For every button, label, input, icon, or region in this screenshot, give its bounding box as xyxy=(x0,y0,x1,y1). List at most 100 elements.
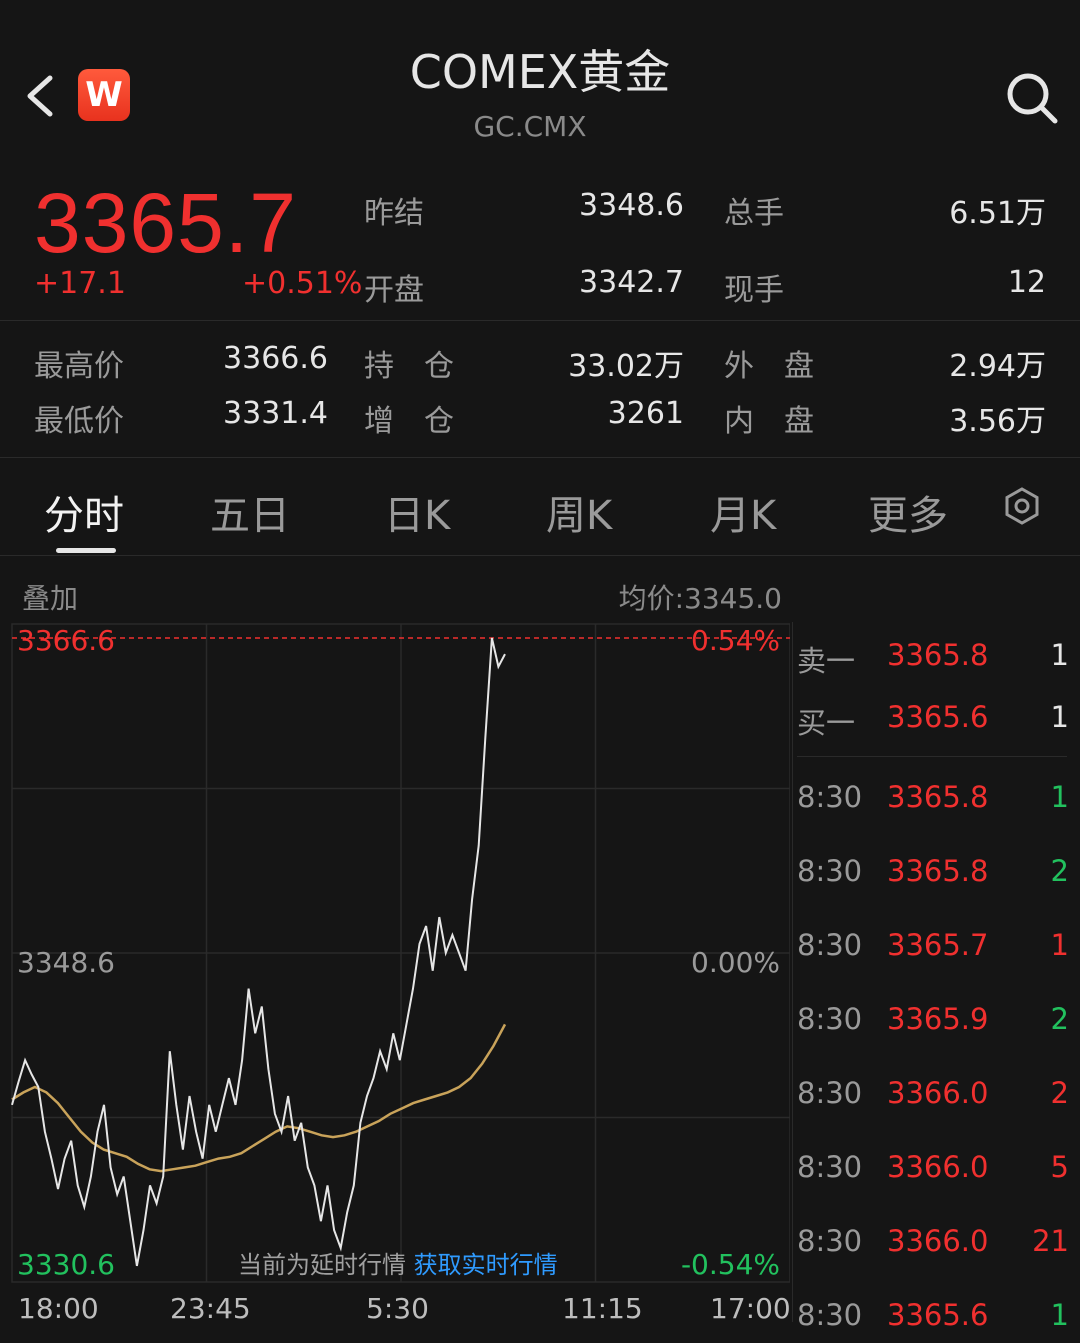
trade-row: 8:30 3365.7 1 xyxy=(797,928,1069,968)
trade-row: 8:30 3366.0 2 xyxy=(797,1076,1069,1116)
x-tick-label: 17:00 xyxy=(710,1292,791,1325)
trade-row: 8:30 3365.6 1 xyxy=(797,1298,1069,1338)
trade-price: 3365.7 xyxy=(887,928,989,962)
delay-notice-text: 当前为延时行情 xyxy=(238,1251,406,1279)
trade-time: 8:30 xyxy=(797,1298,863,1332)
outer-volume-value: 2.94万 xyxy=(949,349,1046,384)
trade-price: 3366.0 xyxy=(887,1224,989,1258)
trade-qty: 1 xyxy=(1050,928,1069,962)
pct-tick-label: -0.54% xyxy=(681,1248,780,1281)
trade-row: 8:30 3365.9 2 xyxy=(797,1002,1069,1042)
back-arrow-icon[interactable] xyxy=(22,70,62,122)
tab-daily-k[interactable]: 日K xyxy=(384,483,450,541)
trade-time: 8:30 xyxy=(797,1150,863,1184)
inner-volume-label: 内 盘 xyxy=(724,404,814,439)
open-label: 开盘 xyxy=(364,273,424,308)
trade-row: 8:30 3366.0 5 xyxy=(797,1150,1069,1190)
y-tick-label: 3366.6 xyxy=(17,624,115,657)
bid-qty: 1 xyxy=(1050,700,1069,734)
tab-weekly-k[interactable]: 周K xyxy=(546,483,612,541)
low-label: 最低价 xyxy=(34,404,124,439)
oi-change-value: 3261 xyxy=(607,396,684,431)
trade-time: 8:30 xyxy=(797,854,863,888)
y-tick-label: 3330.6 xyxy=(17,1248,115,1281)
x-tick-label: 18:00 xyxy=(18,1292,99,1325)
trade-qty: 21 xyxy=(1032,1224,1069,1258)
price-change-percent: +0.51% xyxy=(242,266,363,301)
pct-tick-label: 0.00% xyxy=(691,946,780,979)
ask-price: 3365.8 xyxy=(887,638,989,672)
x-tick-label: 23:45 xyxy=(170,1292,251,1325)
low-value: 3331.4 xyxy=(223,396,328,431)
last-price: 3365.7 xyxy=(34,176,297,270)
volume-label: 总手 xyxy=(724,196,784,231)
last-volume-label: 现手 xyxy=(724,273,784,308)
bid-row: 买一 3365.6 1 xyxy=(797,700,1069,740)
overlay-button[interactable]: 叠加 xyxy=(22,577,78,617)
bid-price: 3365.6 xyxy=(887,700,989,734)
delay-notice: 当前为延时行情 获取实时行情 xyxy=(238,1245,558,1280)
tab-five-day[interactable]: 五日 xyxy=(210,483,290,541)
active-tab-indicator xyxy=(56,548,116,553)
price-change: +17.1 xyxy=(34,266,126,301)
high-value: 3366.6 xyxy=(223,341,328,376)
open-interest-value: 33.02万 xyxy=(568,349,684,384)
trade-price: 3365.6 xyxy=(887,1298,989,1332)
trade-qty: 1 xyxy=(1050,1298,1069,1332)
trade-price: 3365.8 xyxy=(887,780,989,814)
trade-price: 3366.0 xyxy=(887,1076,989,1110)
trade-time: 8:30 xyxy=(797,928,863,962)
trade-qty: 2 xyxy=(1050,1002,1069,1036)
x-tick-label: 11:15 xyxy=(562,1292,643,1325)
chart-grid xyxy=(11,623,790,1283)
trade-qty: 2 xyxy=(1050,1076,1069,1110)
trade-time: 8:30 xyxy=(797,1224,863,1258)
trade-time: 8:30 xyxy=(797,1002,863,1036)
high-label: 最高价 xyxy=(34,349,124,384)
realtime-quote-link[interactable]: 获取实时行情 xyxy=(414,1251,558,1279)
inner-volume-value: 3.56万 xyxy=(949,404,1046,439)
trade-qty: 2 xyxy=(1050,854,1069,888)
page-title: COMEX黄金 xyxy=(409,45,671,99)
divider xyxy=(0,457,1080,458)
tab-intraday[interactable]: 分时 xyxy=(44,483,124,541)
open-value: 3342.7 xyxy=(579,265,684,300)
settings-hexagon-icon[interactable] xyxy=(1002,486,1042,526)
trade-row: 8:30 3366.0 21 xyxy=(797,1224,1069,1264)
prev-close-label: 昨结 xyxy=(364,196,424,231)
divider xyxy=(0,320,1080,321)
trade-row: 8:30 3365.8 1 xyxy=(797,780,1069,820)
trade-price: 3366.0 xyxy=(887,1150,989,1184)
tab-monthly-k[interactable]: 月K xyxy=(710,483,776,541)
prev-close-value: 3348.6 xyxy=(579,188,684,223)
bid-label: 买一 xyxy=(797,706,856,740)
tab-more[interactable]: 更多 xyxy=(868,483,948,541)
trade-price: 3365.8 xyxy=(887,854,989,888)
open-interest-label: 持 仓 xyxy=(364,349,454,384)
ask-label: 卖一 xyxy=(797,644,856,678)
symbol-code: GC.CMX xyxy=(473,110,587,143)
ask-qty: 1 xyxy=(1050,638,1069,672)
oi-change-label: 增 仓 xyxy=(364,404,454,439)
volume-value: 6.51万 xyxy=(949,196,1046,231)
trade-time: 8:30 xyxy=(797,780,863,814)
divider xyxy=(797,756,1067,757)
divider xyxy=(0,555,1080,556)
trade-qty: 5 xyxy=(1050,1150,1069,1184)
ask-row: 卖一 3365.8 1 xyxy=(797,638,1069,678)
average-price-line xyxy=(11,1023,507,1173)
trade-row: 8:30 3365.8 2 xyxy=(797,854,1069,894)
outer-volume-label: 外 盘 xyxy=(724,349,814,384)
trade-price: 3365.9 xyxy=(887,1002,989,1036)
average-price: 均价:3345.0 xyxy=(618,582,782,615)
search-icon[interactable] xyxy=(1004,70,1060,126)
pct-tick-label: 0.54% xyxy=(691,624,780,657)
trade-time: 8:30 xyxy=(797,1076,863,1110)
last-volume-value: 12 xyxy=(1007,265,1046,300)
trade-qty: 1 xyxy=(1050,780,1069,814)
y-tick-label: 3348.6 xyxy=(17,946,115,979)
intraday-chart[interactable]: 3366.6 3348.6 3330.6 0.54% 0.00% -0.54% xyxy=(0,620,790,1285)
divider xyxy=(792,622,793,1322)
app-logo-icon[interactable]: W xyxy=(78,69,130,121)
x-tick-label: 5:30 xyxy=(366,1292,429,1325)
